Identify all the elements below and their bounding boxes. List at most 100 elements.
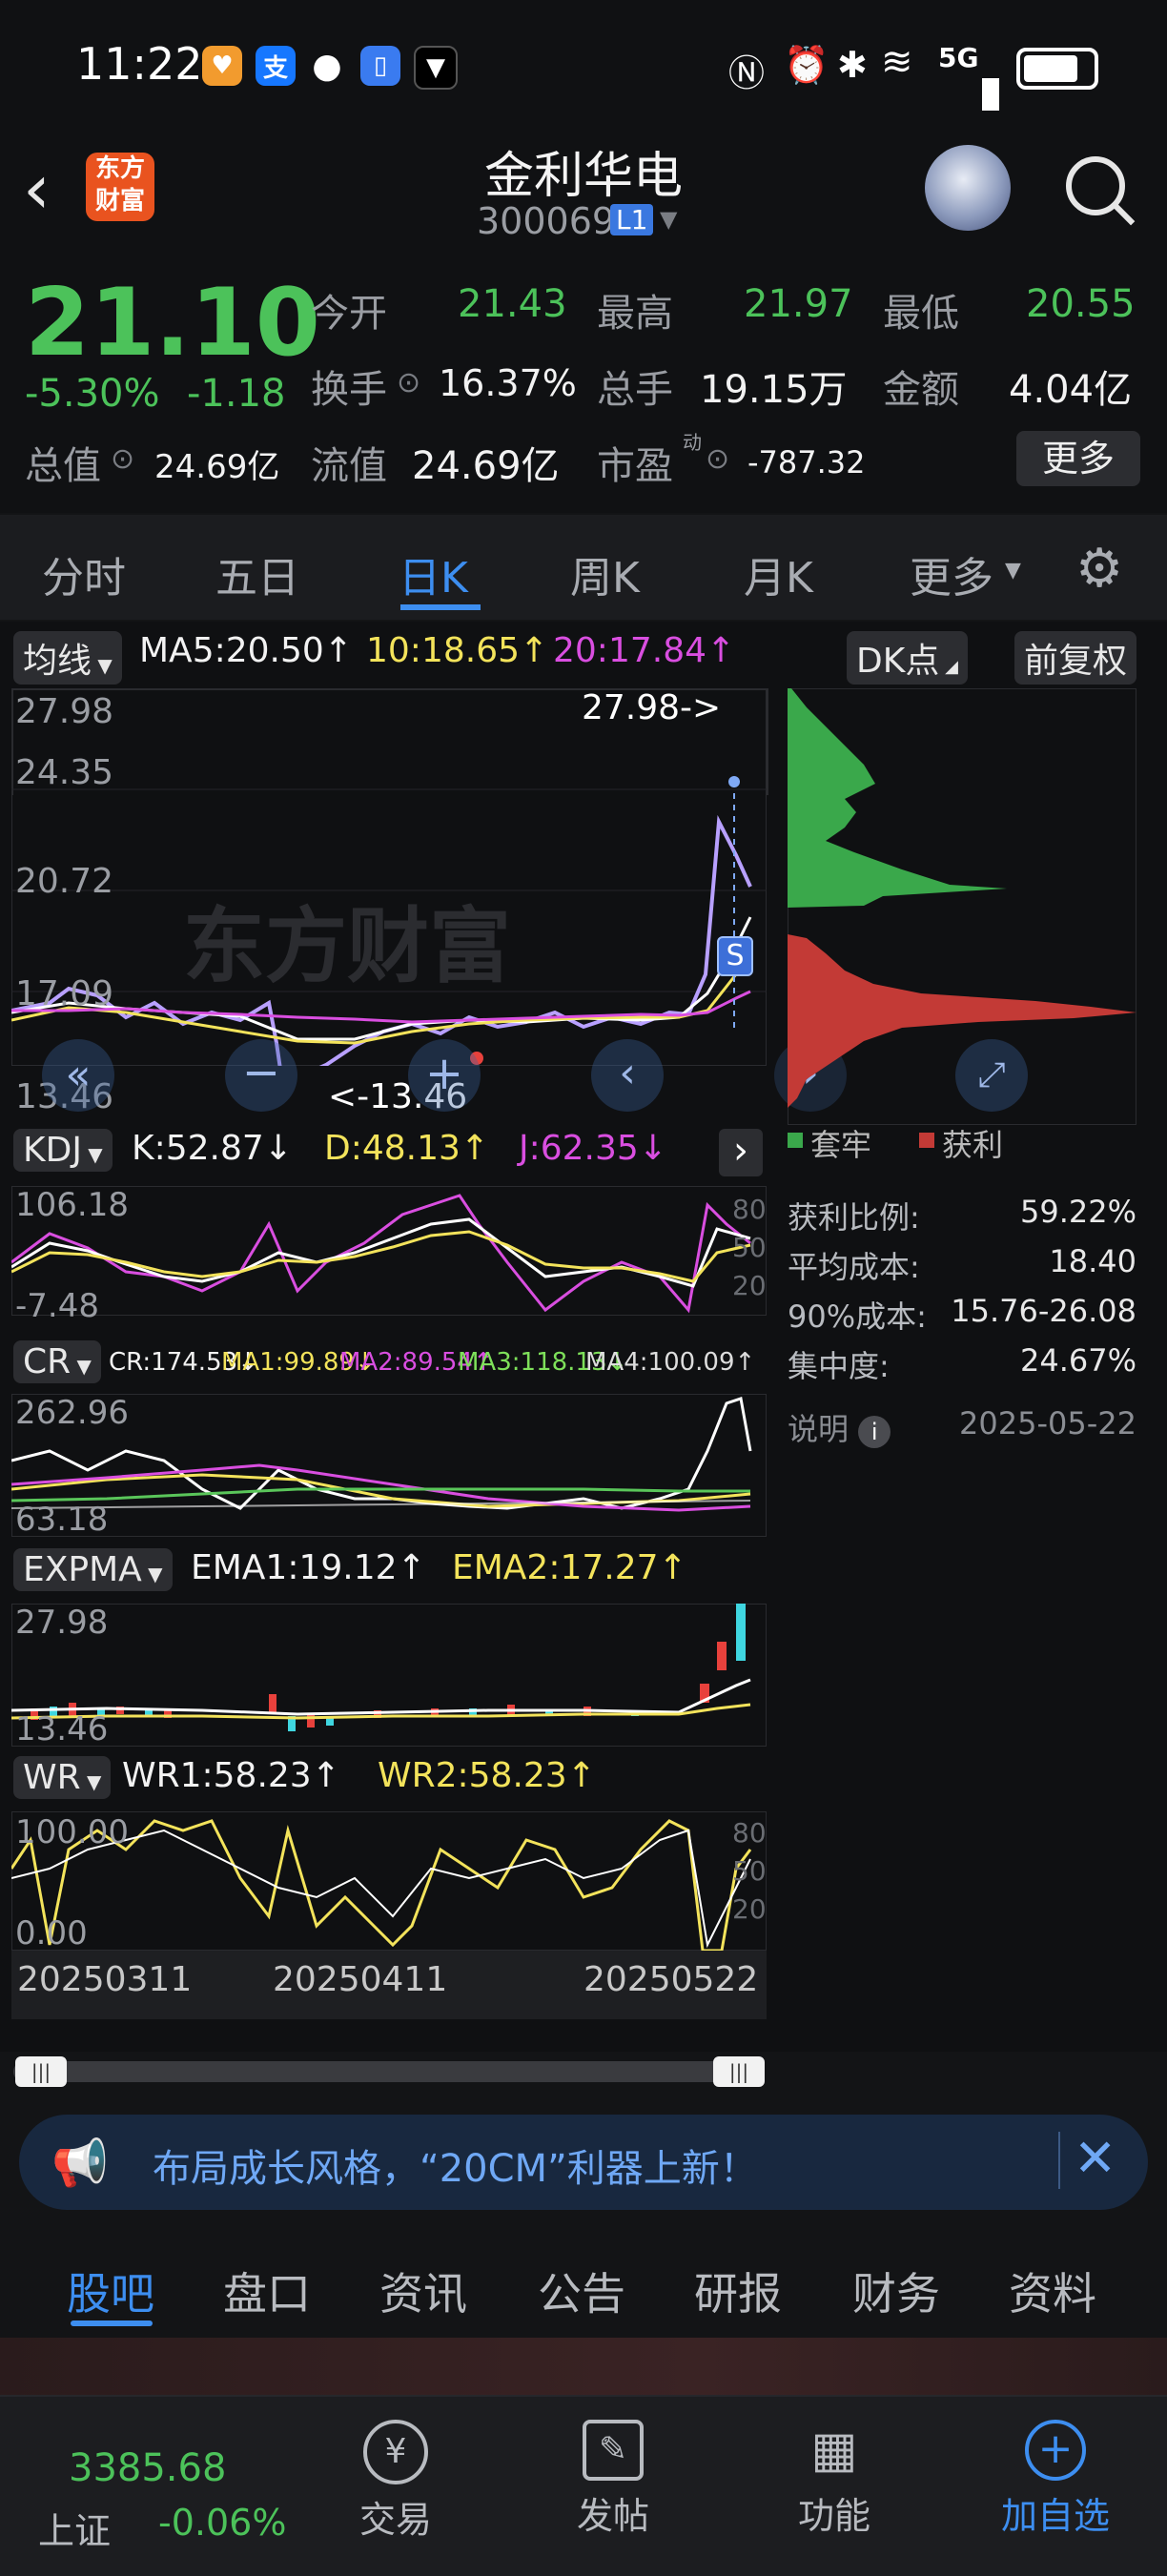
adjust-button[interactable]: 前复权 xyxy=(1014,631,1137,685)
zoom-in-icon[interactable]: + xyxy=(408,1039,481,1112)
expand-right-icon[interactable]: › xyxy=(719,1129,763,1176)
tab-daily-k[interactable]: 日K xyxy=(399,543,468,604)
wr-axis-label: 0.00 xyxy=(15,1914,88,1952)
trapped-legend-swatch xyxy=(788,1133,803,1148)
high-label: 最高 xyxy=(597,292,673,336)
chevron-down-icon: ▼ xyxy=(80,1770,102,1793)
nfc-icon: Ⓝ xyxy=(728,52,766,94)
active-tab-indicator xyxy=(400,604,481,610)
tab-monthly-k[interactable]: 月K xyxy=(744,543,813,604)
battery-icon xyxy=(1016,48,1098,90)
chevron-down-icon[interactable]: ▼ xyxy=(660,206,677,233)
chevron-down-icon[interactable]: ▼ xyxy=(1005,559,1021,583)
gear-icon[interactable]: ⚙ xyxy=(1075,538,1123,600)
status-time: 11:22 xyxy=(76,38,203,90)
chip-value: 18.40 xyxy=(1049,1243,1136,1279)
close-icon[interactable]: ✕ xyxy=(1074,2128,1116,2188)
signal-5g-icon: 5G xyxy=(938,42,979,73)
wr-selector[interactable]: WR ▼ xyxy=(13,1756,112,1799)
tab-news[interactable]: 资讯 xyxy=(379,2259,467,2322)
chip-label: 平均成本: xyxy=(788,1249,920,1285)
expma-chart[interactable] xyxy=(11,1604,767,1747)
edit-icon: ✎ xyxy=(583,2420,644,2481)
range-slider-track[interactable] xyxy=(13,2061,765,2082)
price-axis-label: 17.09 xyxy=(15,974,114,1013)
tab-weekly-k[interactable]: 周K xyxy=(570,543,640,604)
chip-note-link[interactable]: 说明 i xyxy=(788,1405,891,1449)
tab-pankou[interactable]: 盘口 xyxy=(223,2259,311,2322)
price-axis-label: 24.35 xyxy=(15,753,114,792)
nav-trade[interactable]: ¥ 交易 xyxy=(324,2406,467,2543)
ma10-legend: 10:18.65↑ xyxy=(366,631,549,670)
index-change[interactable]: -0.06% xyxy=(158,2502,286,2544)
index-name[interactable]: 上证 xyxy=(38,2502,111,2554)
scroll-start-icon[interactable]: « xyxy=(42,1039,114,1112)
tab-research[interactable]: 研报 xyxy=(694,2259,782,2322)
range-slider-left-handle[interactable]: ||| xyxy=(15,2056,67,2087)
chip-value: 15.76-26.08 xyxy=(951,1293,1136,1329)
change-amount: -1.18 xyxy=(187,372,286,416)
volume-value: 19.15万 xyxy=(700,368,848,412)
index-value[interactable]: 3385.68 xyxy=(69,2446,226,2490)
mktcap-value: 24.69亿 xyxy=(154,448,280,486)
ema1-legend: EMA1:19.12↑ xyxy=(191,1548,426,1587)
nav-functions[interactable]: ▦ 功能 xyxy=(763,2406,906,2539)
price-axis-label: 27.98 xyxy=(15,692,114,731)
search-icon-handle xyxy=(1113,203,1136,226)
wr2-legend: WR2:58.23↑ xyxy=(378,1756,596,1795)
turnover-label: 换手 xyxy=(311,368,387,412)
mktcap-label: 总值 xyxy=(25,444,101,488)
cr-selector[interactable]: CR ▼ xyxy=(13,1340,101,1383)
alarm-icon: ⏰ xyxy=(784,44,829,86)
scroll-left-icon[interactable]: ‹ xyxy=(591,1039,664,1112)
chevron-down-icon: ▼ xyxy=(71,1355,92,1378)
wr1-legend: WR1:58.23↑ xyxy=(122,1756,340,1795)
tab-guba[interactable]: 股吧 xyxy=(67,2259,154,2322)
kdj-axis-label: 106.18 xyxy=(15,1186,129,1224)
expma-selector[interactable]: EXPMA ▼ xyxy=(13,1548,173,1591)
price-axis-label: 20.72 xyxy=(15,862,114,901)
more-button[interactable]: 更多 xyxy=(1016,431,1140,486)
robot-assistant-icon[interactable] xyxy=(925,145,1011,231)
tab-intraday[interactable]: 分时 xyxy=(42,543,126,604)
chip-value: 59.22% xyxy=(1019,1194,1136,1230)
profit-legend-swatch xyxy=(919,1133,934,1148)
trapped-legend: 套牢 xyxy=(810,1127,872,1163)
tab-more[interactable]: 更多 xyxy=(910,543,993,604)
tab-profile[interactable]: 资料 xyxy=(1009,2259,1096,2322)
nav-add-watchlist[interactable]: + 加自选 xyxy=(984,2406,1127,2539)
tab-announcements[interactable]: 公告 xyxy=(538,2259,625,2322)
float-label: 流值 xyxy=(311,444,387,488)
promo-banner[interactable]: 📢 布局成长风格，“20CM”利器上新！ ✕ xyxy=(19,2115,1148,2210)
period-tabs: 分时 五日 日K 周K 月K 更多 ▼ ⚙ xyxy=(0,515,1167,620)
info-icon[interactable]: ⊙ xyxy=(111,442,134,476)
zoom-out-icon[interactable]: − xyxy=(225,1039,297,1112)
ema2-legend: EMA2:17.27↑ xyxy=(452,1548,687,1587)
megaphone-icon: 📢 xyxy=(51,2136,109,2190)
stock-header: ‹ 东方 财富 金利华电 300069 L1 ▼ xyxy=(0,133,1167,256)
dk-point-button[interactable]: DK点 ◢ xyxy=(847,631,968,685)
ma-selector[interactable]: 均线 ▼ xyxy=(13,631,122,685)
tab-finance[interactable]: 财务 xyxy=(852,2259,940,2322)
kdj-selector[interactable]: KDJ ▼ xyxy=(13,1129,113,1172)
content-preview-strip xyxy=(0,2338,1167,2395)
honor-icon: ▯ xyxy=(360,46,400,86)
main-price-chart[interactable]: 东方财富 xyxy=(11,688,767,1066)
wifi-icon: ≋ xyxy=(881,40,913,84)
sell-signal-badge[interactable]: S xyxy=(717,936,753,976)
chevron-down-icon: ▼ xyxy=(92,654,113,677)
range-slider-right-handle[interactable]: ||| xyxy=(713,2056,765,2087)
stock-code: 300069 xyxy=(477,200,616,242)
wechat-icon: ● xyxy=(312,46,342,86)
info-icon[interactable]: ⊙ xyxy=(397,366,420,399)
cr-axis-label: 262.96 xyxy=(15,1394,129,1432)
divider xyxy=(1058,2132,1060,2189)
watermark: 东方财富 xyxy=(183,899,511,994)
ma20-legend: 20:17.84↑ xyxy=(553,631,736,670)
tab-five-day[interactable]: 五日 xyxy=(215,543,299,604)
wr-right-label: 20 xyxy=(732,1893,767,1925)
info-icon[interactable]: ⊙ xyxy=(706,442,729,476)
level-badge[interactable]: L1 xyxy=(610,204,654,235)
change-pct: -5.30% xyxy=(25,372,160,416)
nav-post[interactable]: ✎ 发帖 xyxy=(542,2406,685,2539)
